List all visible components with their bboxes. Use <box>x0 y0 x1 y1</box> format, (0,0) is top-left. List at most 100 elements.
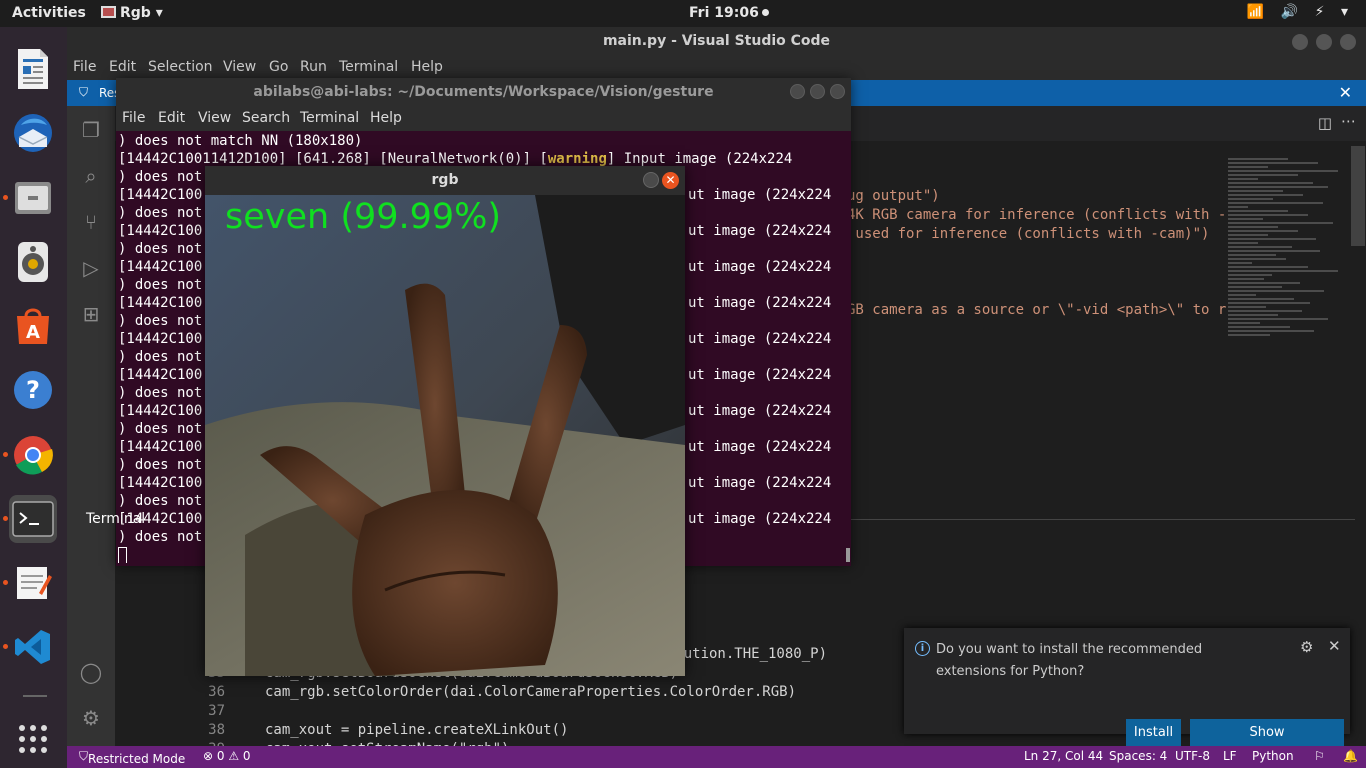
indentation-status[interactable]: Spaces: 4 <box>1109 749 1167 763</box>
vscode-icon[interactable] <box>3 623 57 671</box>
code-fragment: ug output") <box>847 188 940 204</box>
terminal-line: [14442C100 <box>118 475 203 491</box>
toast-message: Do you want to install the recommended e… <box>936 642 1203 679</box>
terminal-close-icon[interactable] <box>830 84 845 99</box>
terminal-line-fragment: ut image (224x224 <box>688 259 832 275</box>
terminal-line: ) does not <box>118 241 203 257</box>
eol-status[interactable]: LF <box>1223 749 1237 763</box>
terminal-line: ) does not <box>118 493 203 509</box>
terminal-line: [14442C100 <box>118 403 203 419</box>
toast-close-icon[interactable]: ✕ <box>1328 637 1341 655</box>
terminal-line-fragment: ut image (224x224 <box>688 475 832 491</box>
account-icon[interactable]: ◯ <box>79 660 103 684</box>
minimap[interactable] <box>1228 156 1353 516</box>
rgb-preview-window: rgb ✕ seven (99.99%) <box>205 166 685 676</box>
term-menu-file[interactable]: File <box>122 110 145 126</box>
terminal-line-fragment: ut image (224x224 <box>688 187 832 203</box>
ubuntu-software-icon[interactable]: A <box>9 302 57 350</box>
terminal-line: [14442C100 <box>118 439 203 455</box>
extension-recommendation-toast: i Do you want to install the recommended… <box>904 628 1350 767</box>
close-icon[interactable] <box>1340 34 1356 50</box>
term-menu-terminal[interactable]: Terminal <box>300 110 359 126</box>
manage-gear-icon[interactable]: ⚙ <box>79 706 103 730</box>
document-viewer-icon[interactable] <box>9 45 57 93</box>
restricted-mode-status[interactable]: ⛉ Restricted Mode <box>79 749 185 766</box>
files-icon[interactable] <box>3 174 57 222</box>
menu-terminal[interactable]: Terminal <box>339 59 398 75</box>
terminal-line: [14442C100 <box>118 259 203 275</box>
terminal-maximize-icon[interactable] <box>810 84 825 99</box>
code-line: 38 cam_xout = pipeline.createXLinkOut() <box>208 722 569 738</box>
search-icon[interactable]: ⌕ <box>79 164 103 188</box>
code-fragment: used for inference (conflicts with -cam)… <box>847 226 1210 242</box>
rgb-close-icon[interactable]: ✕ <box>662 172 679 189</box>
rgb-minimize-icon[interactable] <box>643 172 659 188</box>
split-editor-icon[interactable]: ◫ <box>1318 114 1332 132</box>
rgb-title-bar: rgb ✕ <box>205 166 685 195</box>
menu-edit[interactable]: Edit <box>109 59 136 75</box>
install-button[interactable]: Install <box>1126 719 1181 746</box>
terminal-line-fragment: ut image (224x224 <box>688 403 832 419</box>
language-mode[interactable]: Python <box>1252 749 1294 763</box>
menu-view[interactable]: View <box>223 59 256 75</box>
maximize-icon[interactable] <box>1316 34 1332 50</box>
app-menu[interactable]: Rgb ▾ <box>101 5 163 21</box>
dock: A ? <box>0 27 67 768</box>
terminal-line: ) does not <box>118 529 203 545</box>
minimize-icon[interactable] <box>1292 34 1308 50</box>
text-editor-icon[interactable] <box>3 559 57 607</box>
dock-tooltip: Terminal <box>86 511 146 527</box>
code-line: 36 cam_rgb.setColorOrder(dai.ColorCameraP… <box>208 684 797 700</box>
terminal-line-fragment: ut image (224x224 <box>688 367 832 383</box>
menu-go[interactable]: Go <box>269 59 288 75</box>
explorer-icon[interactable]: ❐ <box>79 118 103 142</box>
toast-settings-icon[interactable]: ⚙ <box>1300 638 1313 656</box>
restricted-mode-label: Restricted Mode <box>88 752 186 766</box>
show-applications-icon[interactable] <box>9 715 57 763</box>
terminal-minimize-icon[interactable] <box>790 84 805 99</box>
app-menu-label: Rgb ▾ <box>120 5 163 21</box>
menu-selection[interactable]: Selection <box>148 59 213 75</box>
terminal-icon[interactable] <box>3 495 57 543</box>
activities-button[interactable]: Activities <box>12 5 86 21</box>
info-icon: i <box>915 641 930 656</box>
help-icon[interactable]: ? <box>9 366 57 414</box>
terminal-menu-bar: File Edit View Search Terminal Help <box>116 106 851 131</box>
terminal-scrollbar[interactable] <box>846 548 850 562</box>
terminal-line-fragment: ut image (224x224 <box>688 295 832 311</box>
source-control-icon[interactable]: ⑂ <box>79 210 103 234</box>
clock[interactable]: Fri 19:06 <box>689 5 769 21</box>
problems-status[interactable]: ⊗ 0 ⚠ 0 <box>203 749 251 763</box>
term-menu-view[interactable]: View <box>198 110 231 126</box>
activity-bar: ❐ ⌕ ⑂ ▷ ⊞ ◯ ⚙ <box>67 106 115 746</box>
terminal-title-bar: abilabs@abi-labs: ~/Documents/Workspace/… <box>116 78 851 106</box>
feedback-icon[interactable]: ⚐ <box>1314 749 1325 763</box>
thunderbird-icon[interactable] <box>9 109 57 157</box>
menu-run[interactable]: Run <box>300 59 327 75</box>
terminal-line: ) does not <box>118 277 203 293</box>
rhythmbox-icon[interactable] <box>9 238 57 286</box>
terminal-line: [14442C100 <box>118 331 203 347</box>
terminal-line: ) does not <box>118 205 203 221</box>
cursor-position[interactable]: Ln 27, Col 44 <box>1024 749 1103 763</box>
terminal-line: ) does not <box>118 313 203 329</box>
menu-help[interactable]: Help <box>411 59 443 75</box>
camera-frame: seven (99.99%) <box>205 195 685 676</box>
editor-scrollbar[interactable] <box>1351 146 1365 246</box>
term-menu-help[interactable]: Help <box>370 110 402 126</box>
run-debug-icon[interactable]: ▷ <box>79 256 103 280</box>
notifications-bell-icon[interactable]: 🔔 <box>1343 749 1358 763</box>
chrome-icon[interactable] <box>3 431 57 479</box>
system-tray[interactable]: 📶 🔊 ⚡ ▾ <box>1247 4 1354 20</box>
terminal-line: [14442C100 <box>118 295 203 311</box>
term-menu-edit[interactable]: Edit <box>158 110 185 126</box>
more-actions-icon[interactable]: ⋯ <box>1341 112 1356 130</box>
vscode-menu-bar: File Edit Selection View Go Run Terminal… <box>67 56 1366 80</box>
encoding-status[interactable]: UTF-8 <box>1175 749 1210 763</box>
code-fragment: 4K RGB camera for inference (conflicts w… <box>847 207 1227 223</box>
show-recommendations-button[interactable]: Show Recommendations <box>1190 719 1344 767</box>
banner-close-icon[interactable]: ✕ <box>1339 83 1352 102</box>
term-menu-search[interactable]: Search <box>242 110 290 126</box>
extensions-icon[interactable]: ⊞ <box>79 302 103 326</box>
menu-file[interactable]: File <box>73 59 96 75</box>
